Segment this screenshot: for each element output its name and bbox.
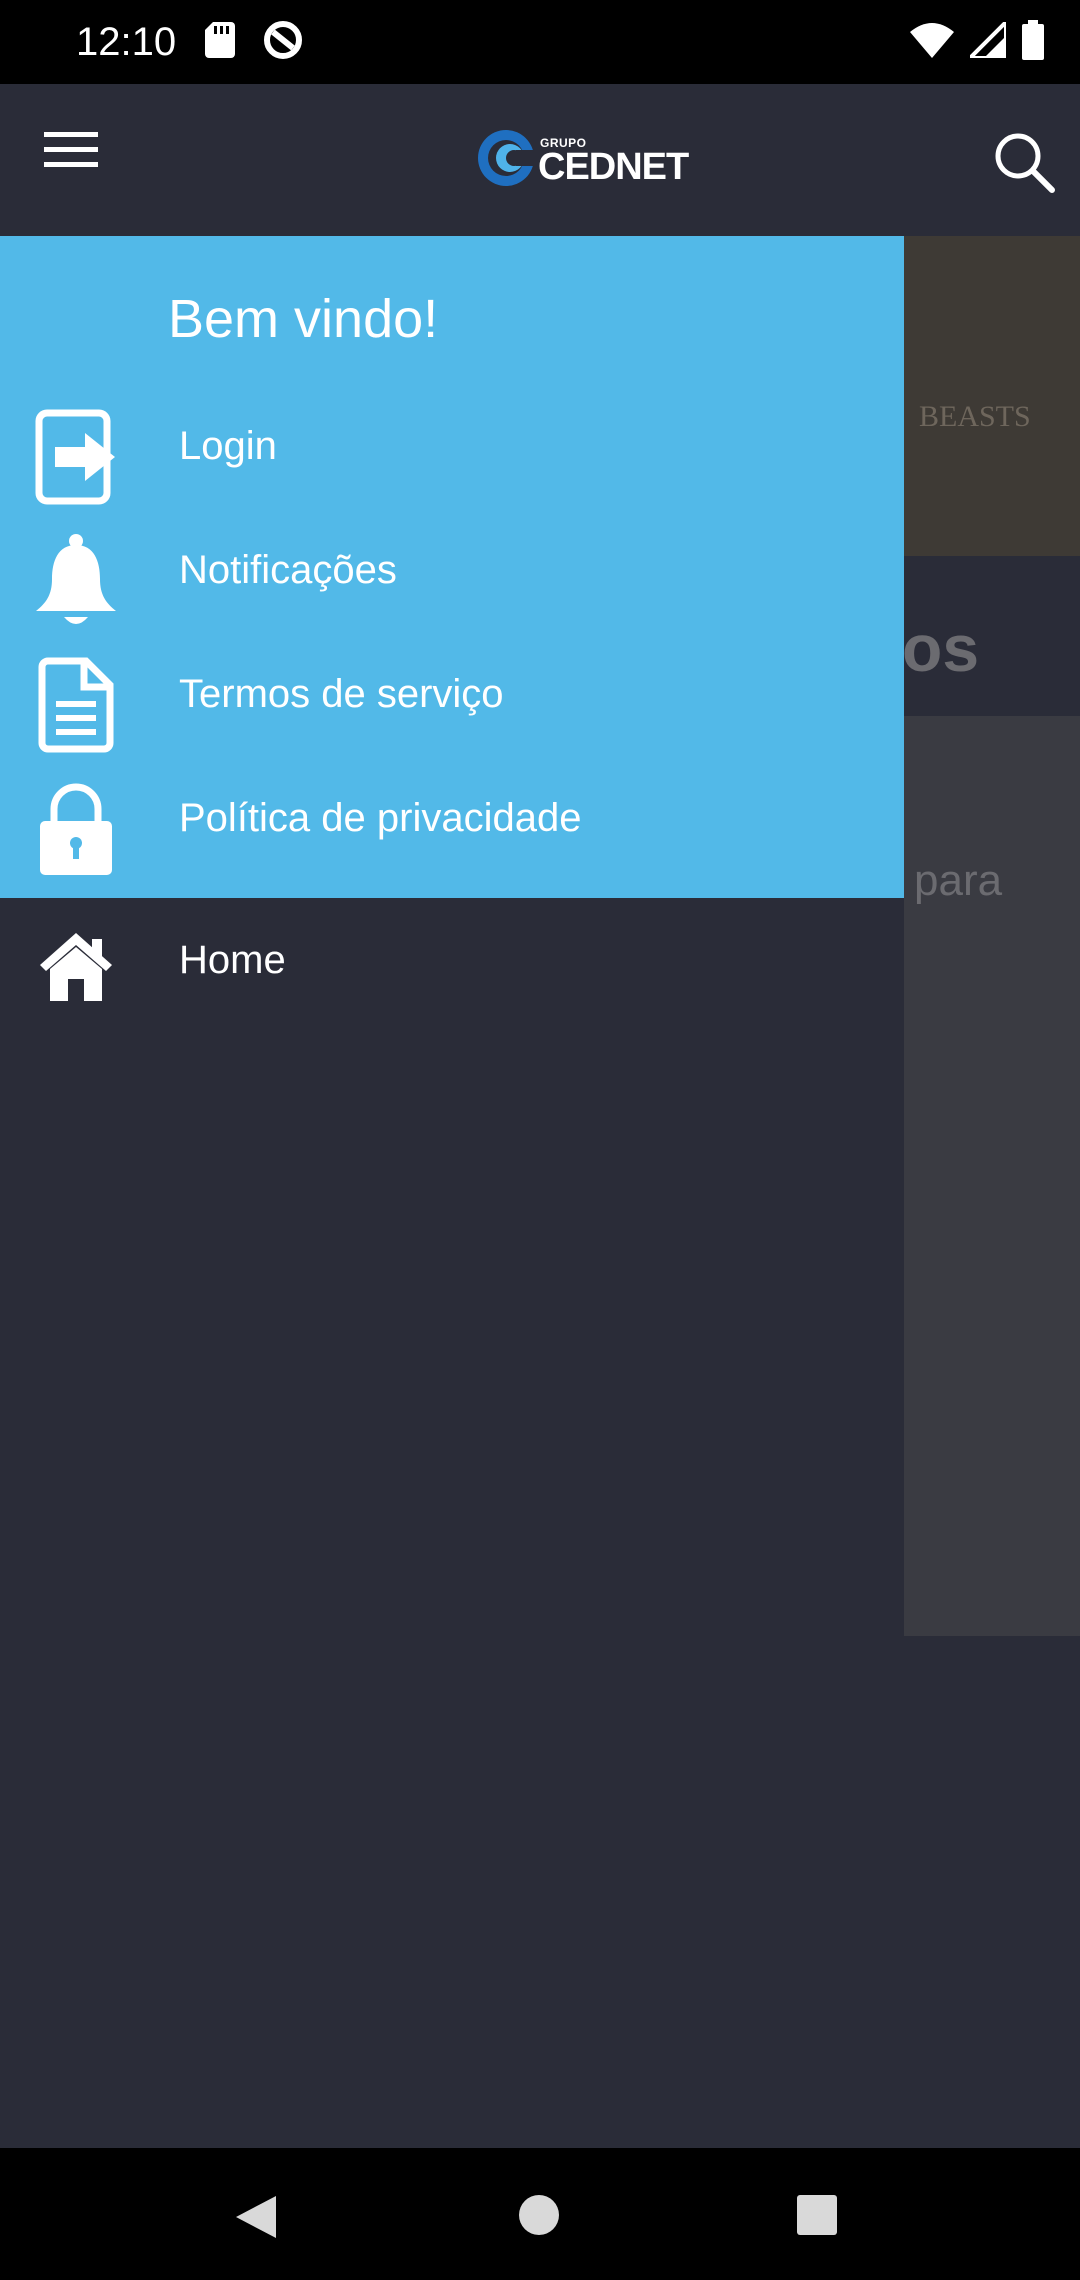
lock-icon <box>34 782 118 876</box>
drawer-item-label: Home <box>179 938 286 982</box>
navigation-drawer: Bem vindo! Login Notificações Termos de … <box>0 236 904 2148</box>
login-icon <box>34 409 118 505</box>
back-icon[interactable] <box>234 2194 278 2245</box>
svg-text:BEASTS: BEASTS <box>919 400 1031 433</box>
sd-card-icon <box>205 22 235 63</box>
status-time: 12:10 <box>76 20 177 64</box>
background-poster-2 <box>904 716 1080 1636</box>
data-saver-icon <box>263 20 303 65</box>
app-bar: GRUPO CEDNET <box>0 84 1080 236</box>
drawer-item-label: Login <box>179 424 277 468</box>
cell-signal-icon <box>965 17 1008 63</box>
system-navigation-bar <box>0 2148 1080 2280</box>
search-icon[interactable] <box>992 130 1062 200</box>
document-icon <box>34 657 118 753</box>
bell-icon <box>34 534 118 628</box>
drawer-item-notifications[interactable]: Notificações <box>0 512 904 636</box>
drawer-item-label: Termos de serviço <box>179 672 504 716</box>
drawer-header: Bem vindo! Login Notificações Termos de … <box>0 236 904 898</box>
drawer-item-home[interactable]: Home <box>0 898 904 1022</box>
background-poster: BEASTS <box>904 236 1080 556</box>
brand-logo: GRUPO CEDNET <box>476 124 706 200</box>
background-content: BEASTS os para <box>904 236 1080 2148</box>
cednet-logo-icon <box>478 130 536 186</box>
wifi-icon <box>910 22 954 63</box>
drawer-item-login[interactable]: Login <box>0 388 904 512</box>
drawer-item-terms[interactable]: Termos de serviço <box>0 636 904 760</box>
hamburger-menu-icon[interactable] <box>44 130 110 190</box>
home-circle-icon[interactable] <box>518 2194 560 2241</box>
drawer-welcome-title: Bem vindo! <box>168 289 439 349</box>
drawer-item-privacy[interactable]: Política de privacidade <box>0 760 904 884</box>
background-heading: os <box>904 611 980 685</box>
drawer-item-label: Política de privacidade <box>179 796 582 840</box>
background-text: para <box>914 856 1003 905</box>
drawer-item-label: Notificações <box>179 548 397 592</box>
brand-name: CEDNET <box>538 146 689 188</box>
status-bar: 12:10 <box>0 0 1080 84</box>
recents-icon[interactable] <box>797 2195 837 2240</box>
battery-icon <box>1022 20 1044 65</box>
home-icon <box>34 920 118 1014</box>
